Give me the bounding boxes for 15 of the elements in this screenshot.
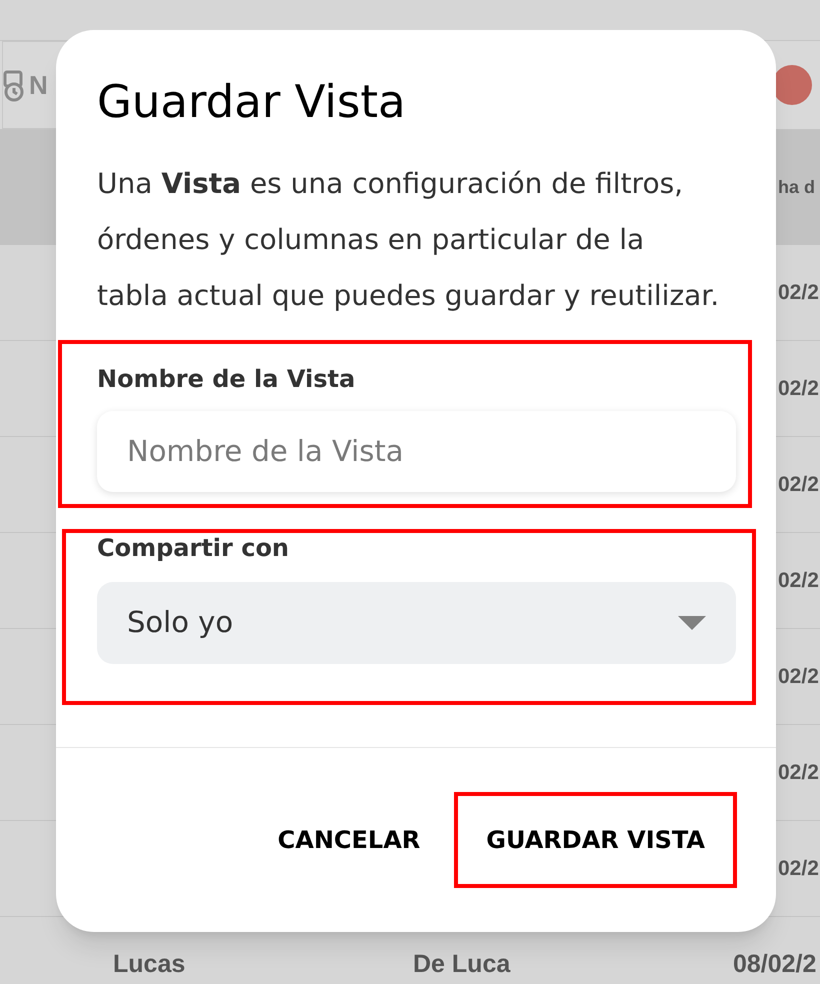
dialog-title: Guardar Vista [97, 76, 407, 128]
dialog-description: Una Vista es una configuración de filtros, órdenes y columnas en particular de la tabla actual que puedes guardar y reutilizar. [97, 166, 720, 314]
field-label: Compartir con [97, 533, 290, 563]
table-cell-text: 02/2 [778, 472, 820, 498]
field-label: Nombre de la Vista [97, 364, 356, 394]
table-cell-text: 02/2 [778, 760, 820, 786]
table-cell-text: 02/2 [778, 280, 820, 306]
table-cell-text: Lucas [113, 949, 186, 980]
table-cell-text: 08/02/2 [733, 949, 816, 980]
table-cell-text: 02/2 [778, 856, 820, 882]
table-cell-text: 02/2 [778, 376, 820, 402]
column-header: ha d [778, 176, 816, 199]
table-cell-text: 02/2 [778, 568, 820, 594]
table-cell-text: 02/2 [778, 664, 820, 690]
table-cell-text: De Luca [413, 949, 512, 980]
